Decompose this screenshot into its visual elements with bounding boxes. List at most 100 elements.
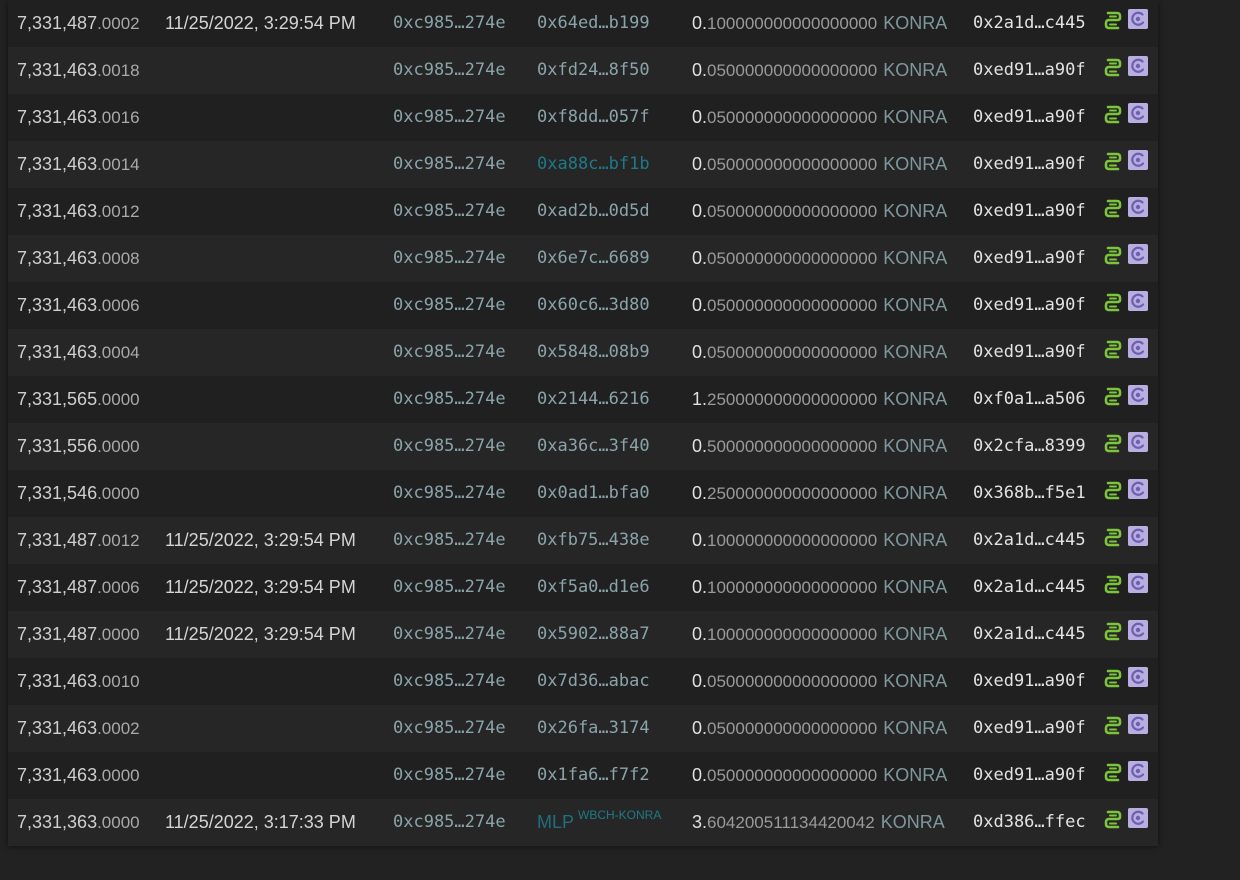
from-address[interactable]: 0xc985…274e bbox=[393, 282, 506, 329]
to-address[interactable]: 0x6e7c…6689 bbox=[537, 235, 650, 282]
to-address[interactable]: 0xa36c…3f40 bbox=[537, 423, 650, 470]
to-address[interactable]: 0xa88c…bf1b bbox=[537, 141, 650, 188]
from-address[interactable]: 0xc985…274e bbox=[393, 564, 506, 611]
konra-token-icon[interactable] bbox=[1128, 338, 1148, 358]
smartbch-chain-icon[interactable] bbox=[1104, 152, 1122, 172]
tx-hash[interactable]: 0xf0a1…a506 bbox=[973, 376, 1086, 423]
to-address[interactable]: 0x1fa6…f7f2 bbox=[537, 752, 650, 799]
block-number[interactable]: 7,331,463.0002 bbox=[17, 705, 140, 752]
tx-hash[interactable]: 0xed91…a90f bbox=[973, 705, 1086, 752]
tx-hash[interactable]: 0x368b…f5e1 bbox=[973, 470, 1086, 517]
block-number[interactable]: 7,331,463.0010 bbox=[17, 658, 140, 705]
konra-token-icon[interactable] bbox=[1128, 291, 1148, 311]
konra-token-icon[interactable] bbox=[1128, 103, 1148, 123]
smartbch-chain-icon[interactable] bbox=[1104, 481, 1122, 501]
smartbch-chain-icon[interactable] bbox=[1104, 58, 1122, 78]
from-address[interactable]: 0xc985…274e bbox=[393, 235, 506, 282]
block-number[interactable]: 7,331,556.0000 bbox=[17, 423, 140, 470]
block-number[interactable]: 7,331,463.0004 bbox=[17, 329, 140, 376]
token-symbol[interactable]: KONRA bbox=[883, 624, 947, 644]
tx-hash[interactable]: 0x2a1d…c445 bbox=[973, 611, 1086, 658]
konra-token-icon[interactable] bbox=[1128, 620, 1148, 640]
tx-hash[interactable]: 0xed91…a90f bbox=[973, 329, 1086, 376]
smartbch-chain-icon[interactable] bbox=[1104, 810, 1122, 830]
token-symbol[interactable]: KONRA bbox=[881, 812, 945, 832]
from-address[interactable]: 0xc985…274e bbox=[393, 611, 506, 658]
smartbch-chain-icon[interactable] bbox=[1104, 528, 1122, 548]
to-address[interactable]: MLP WBCH-KONRA bbox=[537, 799, 661, 846]
to-address[interactable]: 0x7d36…abac bbox=[537, 658, 650, 705]
smartbch-chain-icon[interactable] bbox=[1104, 105, 1122, 125]
token-symbol[interactable]: KONRA bbox=[883, 577, 947, 597]
block-number[interactable]: 7,331,463.0018 bbox=[17, 47, 140, 94]
to-address[interactable]: 0xf5a0…d1e6 bbox=[537, 564, 650, 611]
konra-token-icon[interactable] bbox=[1128, 573, 1148, 593]
konra-token-icon[interactable] bbox=[1128, 56, 1148, 76]
token-symbol[interactable]: KONRA bbox=[883, 530, 947, 550]
konra-token-icon[interactable] bbox=[1128, 9, 1148, 29]
block-number[interactable]: 7,331,363.0000 bbox=[17, 799, 140, 846]
smartbch-chain-icon[interactable] bbox=[1104, 575, 1122, 595]
tx-hash[interactable]: 0xed91…a90f bbox=[973, 235, 1086, 282]
from-address[interactable]: 0xc985…274e bbox=[393, 329, 506, 376]
to-address[interactable]: 0xfb75…438e bbox=[537, 517, 650, 564]
to-address[interactable]: 0x5848…08b9 bbox=[537, 329, 650, 376]
smartbch-chain-icon[interactable] bbox=[1104, 246, 1122, 266]
token-symbol[interactable]: KONRA bbox=[883, 765, 947, 785]
to-address[interactable]: 0xad2b…0d5d bbox=[537, 188, 650, 235]
konra-token-icon[interactable] bbox=[1128, 526, 1148, 546]
block-number[interactable]: 7,331,463.0000 bbox=[17, 752, 140, 799]
from-address[interactable]: 0xc985…274e bbox=[393, 799, 506, 846]
tx-hash[interactable]: 0xed91…a90f bbox=[973, 141, 1086, 188]
token-symbol[interactable]: KONRA bbox=[883, 718, 947, 738]
smartbch-chain-icon[interactable] bbox=[1104, 340, 1122, 360]
block-number[interactable]: 7,331,487.0000 bbox=[17, 611, 140, 658]
token-symbol[interactable]: KONRA bbox=[883, 671, 947, 691]
from-address[interactable]: 0xc985…274e bbox=[393, 0, 506, 47]
konra-token-icon[interactable] bbox=[1128, 808, 1148, 828]
block-number[interactable]: 7,331,463.0014 bbox=[17, 141, 140, 188]
block-number[interactable]: 7,331,463.0016 bbox=[17, 94, 140, 141]
from-address[interactable]: 0xc985…274e bbox=[393, 141, 506, 188]
konra-token-icon[interactable] bbox=[1128, 714, 1148, 734]
from-address[interactable]: 0xc985…274e bbox=[393, 470, 506, 517]
token-symbol[interactable]: KONRA bbox=[883, 483, 947, 503]
tx-hash[interactable]: 0xed91…a90f bbox=[973, 658, 1086, 705]
token-symbol[interactable]: KONRA bbox=[883, 436, 947, 456]
to-address[interactable]: 0x60c6…3d80 bbox=[537, 282, 650, 329]
from-address[interactable]: 0xc985…274e bbox=[393, 94, 506, 141]
konra-token-icon[interactable] bbox=[1128, 667, 1148, 687]
from-address[interactable]: 0xc985…274e bbox=[393, 376, 506, 423]
token-symbol[interactable]: KONRA bbox=[883, 107, 947, 127]
from-address[interactable]: 0xc985…274e bbox=[393, 423, 506, 470]
block-number[interactable]: 7,331,463.0012 bbox=[17, 188, 140, 235]
token-symbol[interactable]: KONRA bbox=[883, 248, 947, 268]
smartbch-chain-icon[interactable] bbox=[1104, 716, 1122, 736]
block-number[interactable]: 7,331,546.0000 bbox=[17, 470, 140, 517]
konra-token-icon[interactable] bbox=[1128, 761, 1148, 781]
to-address[interactable]: 0x5902…88a7 bbox=[537, 611, 650, 658]
from-address[interactable]: 0xc985…274e bbox=[393, 658, 506, 705]
konra-token-icon[interactable] bbox=[1128, 479, 1148, 499]
tx-hash[interactable]: 0xed91…a90f bbox=[973, 188, 1086, 235]
smartbch-chain-icon[interactable] bbox=[1104, 387, 1122, 407]
tx-hash[interactable]: 0xed91…a90f bbox=[973, 282, 1086, 329]
konra-token-icon[interactable] bbox=[1128, 150, 1148, 170]
to-address[interactable]: 0x0ad1…bfa0 bbox=[537, 470, 650, 517]
token-symbol[interactable]: KONRA bbox=[883, 201, 947, 221]
tx-hash[interactable]: 0x2a1d…c445 bbox=[973, 0, 1086, 47]
block-number[interactable]: 7,331,487.0012 bbox=[17, 517, 140, 564]
from-address[interactable]: 0xc985…274e bbox=[393, 47, 506, 94]
konra-token-icon[interactable] bbox=[1128, 244, 1148, 264]
smartbch-chain-icon[interactable] bbox=[1104, 763, 1122, 783]
konra-token-icon[interactable] bbox=[1128, 432, 1148, 452]
token-symbol[interactable]: KONRA bbox=[883, 60, 947, 80]
to-address[interactable]: 0xfd24…8f50 bbox=[537, 47, 650, 94]
konra-token-icon[interactable] bbox=[1128, 197, 1148, 217]
smartbch-chain-icon[interactable] bbox=[1104, 669, 1122, 689]
tx-hash[interactable]: 0xed91…a90f bbox=[973, 752, 1086, 799]
smartbch-chain-icon[interactable] bbox=[1104, 199, 1122, 219]
tx-hash[interactable]: 0x2a1d…c445 bbox=[973, 517, 1086, 564]
to-address[interactable]: 0x64ed…b199 bbox=[537, 0, 650, 47]
konra-token-icon[interactable] bbox=[1128, 385, 1148, 405]
